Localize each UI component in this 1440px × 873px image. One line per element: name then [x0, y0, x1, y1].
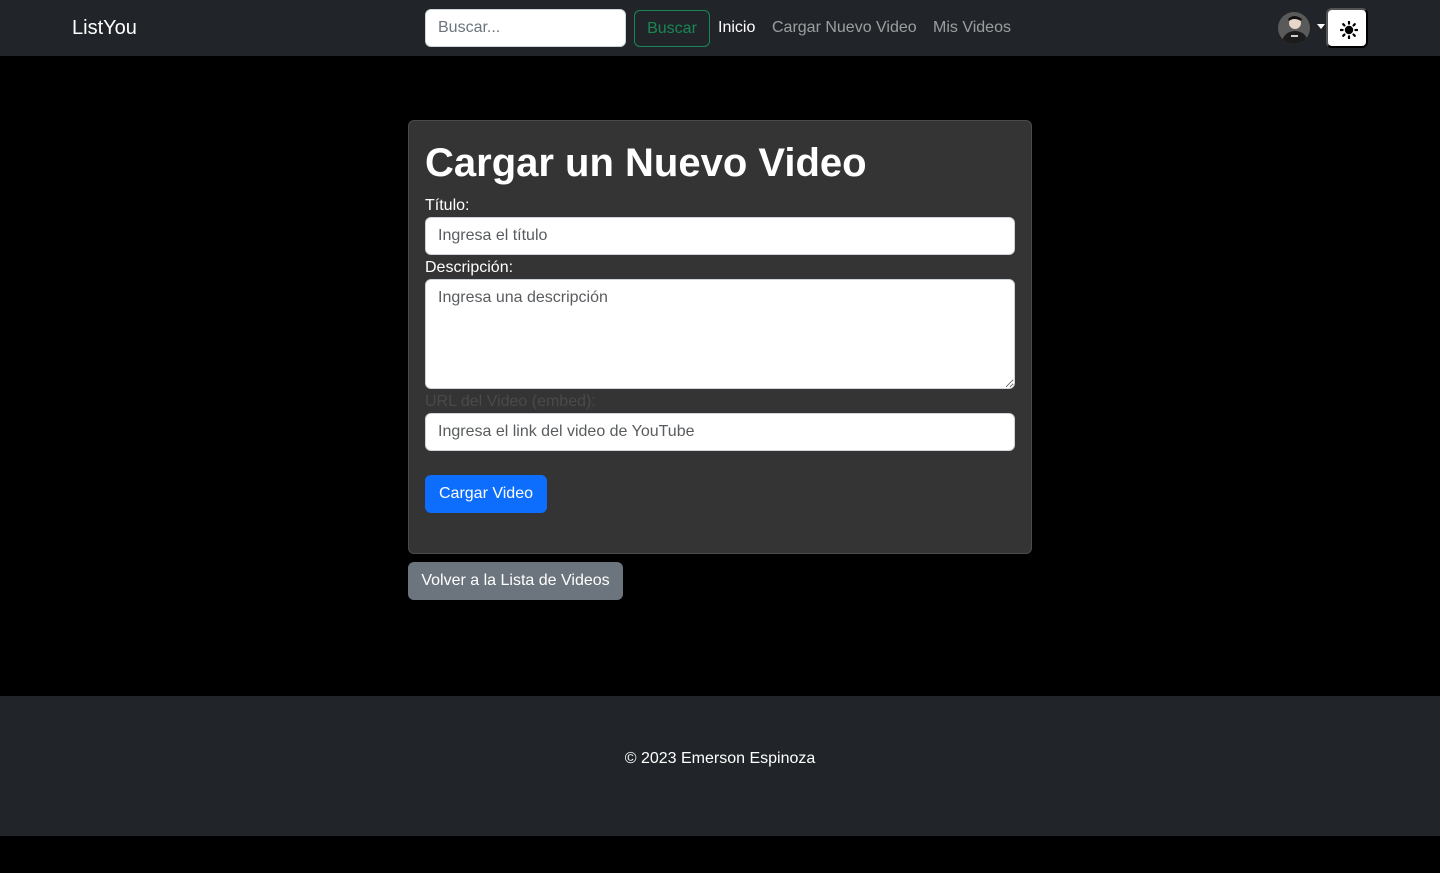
- footer: © 2023 Emerson Espinoza: [0, 696, 1440, 836]
- nav-link-mis-videos[interactable]: Mis Videos: [933, 18, 1011, 38]
- title-field-label: Título:: [425, 197, 470, 214]
- search-button[interactable]: Buscar: [634, 10, 710, 47]
- nav-link-cargar-nuevo-video[interactable]: Cargar Nuevo Video: [772, 18, 917, 38]
- video-url-input[interactable]: [425, 413, 1015, 451]
- copyright-text: © 2023 Emerson Espinoza: [624, 750, 816, 767]
- navbar: ListYou Buscar Inicio Cargar Nuevo Video…: [0, 0, 1440, 56]
- sun-icon: [1340, 21, 1358, 39]
- url-field-label: URL del Video (embed):: [425, 393, 596, 410]
- avatar-image: [1278, 12, 1310, 44]
- search-input[interactable]: [425, 9, 626, 47]
- title-input[interactable]: [425, 217, 1015, 255]
- description-field-label: Descripción:: [425, 259, 514, 276]
- page-title: Cargar un Nuevo Video: [425, 141, 867, 185]
- description-textarea[interactable]: [425, 279, 1015, 389]
- nav-link-inicio[interactable]: Inicio: [718, 18, 755, 38]
- brand-link[interactable]: ListYou: [72, 15, 137, 41]
- user-avatar[interactable]: [1278, 12, 1310, 44]
- upload-video-card: Cargar un Nuevo Video Título: Descripció…: [408, 120, 1032, 554]
- dropdown-caret-icon[interactable]: [1317, 24, 1325, 29]
- upload-video-button[interactable]: Cargar Video: [425, 475, 547, 513]
- theme-toggle-button[interactable]: [1326, 8, 1368, 48]
- back-to-list-button[interactable]: Volver a la Lista de Videos: [408, 562, 623, 600]
